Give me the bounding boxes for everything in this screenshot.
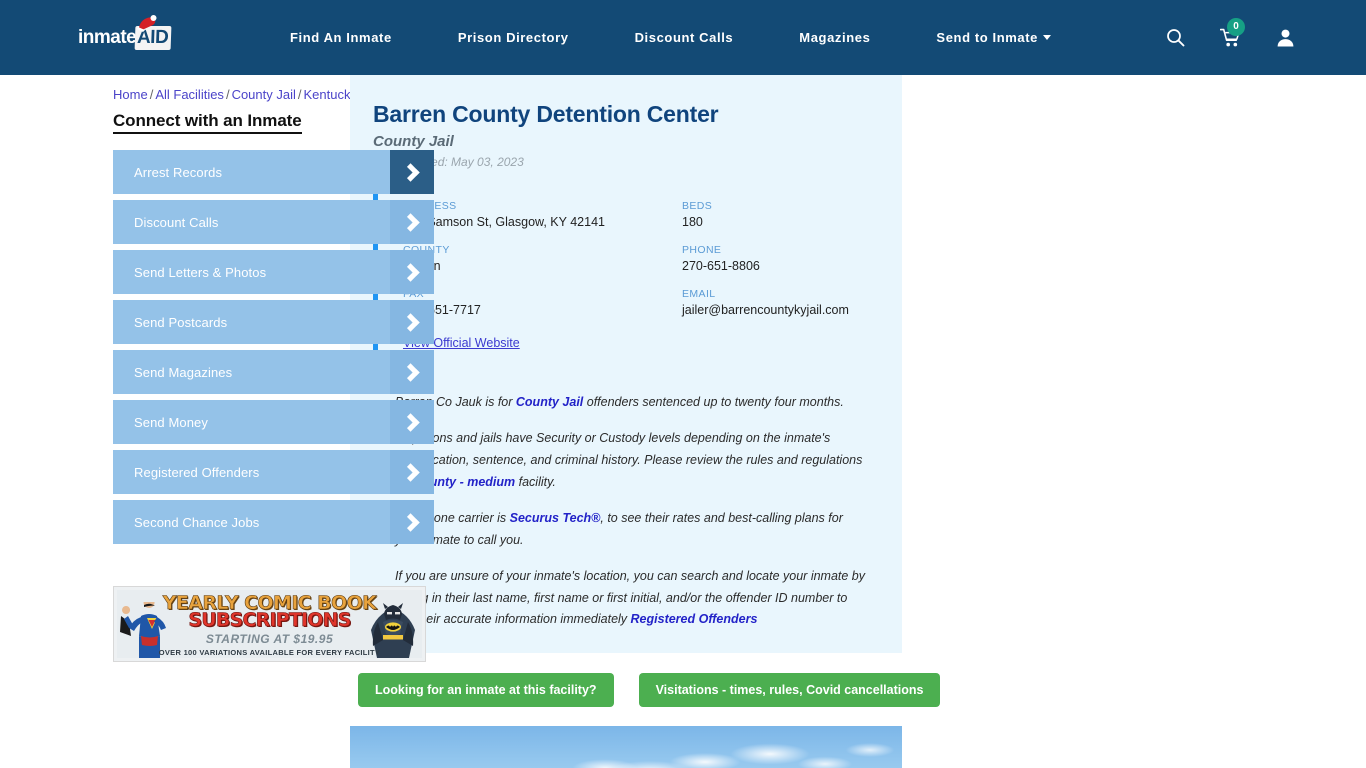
description-paragraph-4: If you are unsure of your inmate's locat… [395,566,868,632]
link-securus-tech[interactable]: Securus Tech® [510,511,601,525]
sidebar-item-send-money[interactable]: Send Money [113,400,434,444]
link-registered-offenders[interactable]: Registered Offenders [631,612,758,626]
cart-icon[interactable]: 0 [1219,17,1245,49]
detail-beds: BEDS 180 [682,200,874,229]
comic-book-ad-banner[interactable]: YEARLY COMIC BOOK SUBSCRIPTIONS STARTING… [113,586,426,662]
breadcrumb-separator: / [225,87,230,102]
page-title: Barren County Detention Center [373,101,719,127]
search-icon[interactable] [1164,27,1186,49]
breadcrumb: Home / All Facilities / County Jail / Kentucky [113,87,357,111]
cart-count-badge: 0 [1227,17,1245,36]
sidebar-item-label: Second Chance Jobs [134,514,260,530]
facility-sky-photo [350,726,902,768]
breadcrumb-item-kentucky[interactable]: Kentucky [304,87,357,102]
sidebar-item-label: Send Postcards [134,314,228,330]
chevron-right-icon [390,200,434,244]
logo-text-aid: AID [134,25,172,50]
detail-phone: PHONE 270-651-8806 [682,244,874,273]
breadcrumb-separator: / [297,87,302,102]
cta-button-row: Looking for an inmate at this facility? … [350,673,941,708]
sidebar-item-label: Send Magazines [134,364,233,380]
sidebar-item-arrest-records[interactable]: Arrest Records [113,150,434,194]
detail-email: EMAIL jailer@barrencountykyjail.com [682,288,874,317]
nav-link-prison-directory[interactable]: Prison Directory [425,30,602,45]
detail-value: 180 [682,215,703,230]
facility-details-block: ADDRESS 201 Samson St, Glasgow, KY 42141… [373,191,874,361]
facility-details-grid: ADDRESS 201 Samson St, Glasgow, KY 42141… [403,200,874,317]
detail-label: FAX [403,288,425,301]
breadcrumb-item-county-jail[interactable]: County Jail [232,87,296,102]
description-paragraph-3: The phone carrier is Securus Tech®, to s… [395,508,868,552]
sidebar-item-second-chance-jobs[interactable]: Second Chance Jobs [113,500,434,544]
breadcrumb-item-home[interactable]: Home [113,87,148,102]
primary-nav: Find An Inmate Prison Directory Discount… [257,30,1084,45]
detail-label: PHONE [682,244,722,257]
logo-text-inmate: inmate [78,26,137,48]
detail-county: COUNTY Barren [403,244,682,273]
sidebar-item-registered-offenders[interactable]: Registered Offenders [113,450,434,494]
description-paragraph-2: All prisons and jails have Security or C… [395,428,868,494]
user-account-icon[interactable] [1274,27,1296,49]
detail-value: 270-651-7717 [403,303,481,318]
nav-label: Prison Directory [457,30,569,45]
visitations-button[interactable]: Visitations - times, rules, Covid cancel… [638,673,941,708]
link-county-jail[interactable]: County Jail [516,395,583,409]
desc-text: offenders sentenced up to twenty four mo… [583,395,844,410]
chevron-right-icon [390,250,434,294]
logo-wordmark: inmateAID [78,25,172,50]
nav-link-discount-calls[interactable]: Discount Calls [602,30,767,45]
detail-address: ADDRESS 201 Samson St, Glasgow, KY 42141 [403,200,682,229]
nav-label: Find An Inmate [290,30,392,45]
left-sidebar: Home / All Facilities / County Jail / Kentucky… [0,75,434,768]
nav-link-send-to-inmate[interactable]: Send to Inmate [903,30,1084,45]
chevron-down-icon [1043,35,1051,40]
looking-for-inmate-button[interactable]: Looking for an inmate at this facility? [358,673,614,708]
sidebar-item-label: Send Money [134,414,208,430]
detail-value: Barren [403,259,682,273]
nav-link-magazines[interactable]: Magazines [766,30,903,45]
chevron-right-icon [390,300,434,344]
nav-label: Send to Inmate [936,30,1038,45]
sidebar-item-label: Registered Offenders [134,464,260,480]
page-body: Home / All Facilities / County Jail / Kentucky… [0,75,1366,768]
ad-subtext: OVER 100 VARIATIONS AVAILABLE FOR EVERY … [158,648,381,657]
sidebar-item-send-magazines[interactable]: Send Magazines [113,350,434,394]
desc-text: facility. [515,475,556,490]
sidebar-item-label: Send Letters & Photos [134,264,267,280]
top-navbar: inmateAID Find An Inmate Prison Director… [0,0,1366,75]
detail-value: 201 Samson St, Glasgow, KY 42141 [403,215,605,230]
sidebar-item-send-postcards[interactable]: Send Postcards [113,300,434,344]
chevron-right-icon [390,350,434,394]
nav-link-find-an-inmate[interactable]: Find An Inmate [257,30,425,45]
facility-description: Barren Co Jauk is for County Jail offend… [373,392,874,631]
ad-inner: YEARLY COMIC BOOK SUBSCRIPTIONS STARTING… [117,590,422,658]
nav-label: Magazines [799,30,871,45]
detail-fax: FAX 270-651-7717 [403,288,682,317]
ad-headline-2: SUBSCRIPTIONS [188,609,352,631]
chevron-right-icon [390,150,434,194]
detail-label: ADDRESS [403,200,682,212]
detail-value: jailer@barrencountykyjail.com [682,303,849,318]
detail-label: COUNTY [403,244,682,256]
chevron-right-icon [390,500,434,544]
detail-label: EMAIL [682,288,716,301]
nav-icon-group: 0 [1164,17,1296,49]
description-paragraph-1: Barren Co Jauk is for County Jail offend… [395,392,868,414]
nav-label: Discount Calls [634,30,734,45]
chevron-right-icon [390,400,434,444]
breadcrumb-separator: / [149,87,154,102]
ad-price-text: STARTING AT $19.95 [205,632,334,646]
sidebar-item-discount-calls[interactable]: Discount Calls [113,200,434,244]
detail-value: 270-651-8806 [682,259,760,274]
site-logo[interactable]: inmateAID [78,14,182,55]
chevron-right-icon [390,450,434,494]
breadcrumb-item-all-facilities[interactable]: All Facilities [155,87,224,102]
detail-label: BEDS [682,200,713,213]
sidebar-item-label: Discount Calls [134,214,219,230]
sidebar-heading: Connect with an Inmate [113,111,302,134]
facility-type: County Jail [373,133,454,151]
sidebar-item-label: Arrest Records [134,164,223,180]
sidebar-item-send-letters-photos[interactable]: Send Letters & Photos [113,250,434,294]
last-updated-text: Last Updated: May 03, 2023 [373,155,524,170]
